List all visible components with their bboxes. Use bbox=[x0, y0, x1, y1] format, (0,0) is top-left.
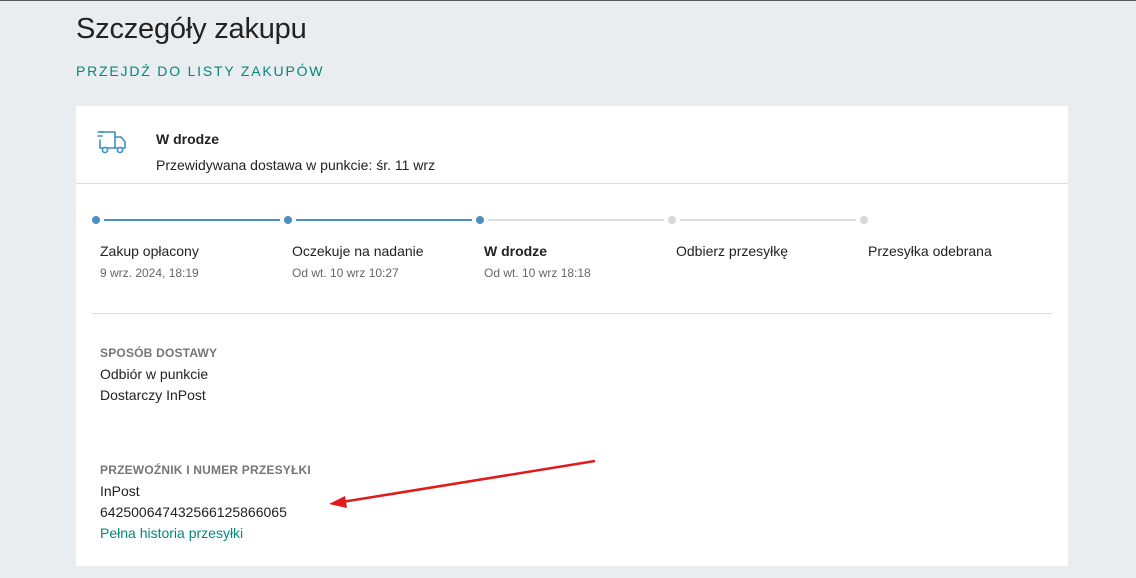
step-label: Przesyłka odebrana bbox=[868, 243, 992, 259]
step-dot bbox=[92, 216, 100, 224]
page-title: Szczegóły zakupu bbox=[76, 13, 307, 45]
tracking-number: 642500647432566125866065 bbox=[100, 504, 287, 520]
delivery-method: Odbiór w punkcie bbox=[100, 366, 209, 382]
delivery-carrier: Dostarczy InPost bbox=[100, 387, 206, 403]
truck-icon bbox=[97, 131, 126, 154]
section-divider bbox=[92, 313, 1052, 314]
status-title: W drodze bbox=[156, 131, 219, 147]
step-date: 9 wrz. 2024, 18:19 bbox=[100, 266, 199, 280]
step-label: Oczekuje na nadanie bbox=[292, 243, 424, 259]
status-header: W drodze Przewidywana dostawa w punkcie:… bbox=[76, 106, 1068, 184]
progress-segment bbox=[104, 219, 280, 221]
back-to-purchases-link[interactable]: PRZEJDŹ DO LISTY ZAKUPÓW bbox=[76, 63, 324, 79]
purchase-details-card: W drodze Przewidywana dostawa w punkcie:… bbox=[76, 106, 1068, 566]
tracking-history-link[interactable]: Pełna historia przesyłki bbox=[100, 525, 243, 541]
top-border bbox=[0, 0, 1136, 1]
step-dot bbox=[668, 216, 676, 224]
carrier-tracking-heading: PRZEWOŹNIK I NUMER PRZESYŁKI bbox=[100, 463, 311, 477]
step-label: Odbierz przesyłkę bbox=[676, 243, 789, 259]
progress-segment bbox=[488, 219, 664, 221]
step-dot bbox=[476, 216, 484, 224]
step-dot bbox=[284, 216, 292, 224]
step-label: W drodze bbox=[484, 243, 547, 259]
step-label: Zakup opłacony bbox=[100, 243, 199, 259]
step-dot bbox=[860, 216, 868, 224]
progress-segment bbox=[296, 219, 472, 221]
step-date: Od wt. 10 wrz 18:18 bbox=[484, 266, 591, 280]
progress-segment bbox=[680, 219, 856, 221]
delivery-method-heading: SPOSÓB DOSTAWY bbox=[100, 346, 218, 360]
carrier-name: InPost bbox=[100, 483, 140, 499]
step-date: Od wt. 10 wrz 10:27 bbox=[292, 266, 399, 280]
estimated-delivery: Przewidywana dostawa w punkcie: śr. 11 w… bbox=[156, 157, 436, 173]
progress-tracker: Zakup opłacony Oczekuje na nadanie W dro… bbox=[76, 206, 1068, 296]
